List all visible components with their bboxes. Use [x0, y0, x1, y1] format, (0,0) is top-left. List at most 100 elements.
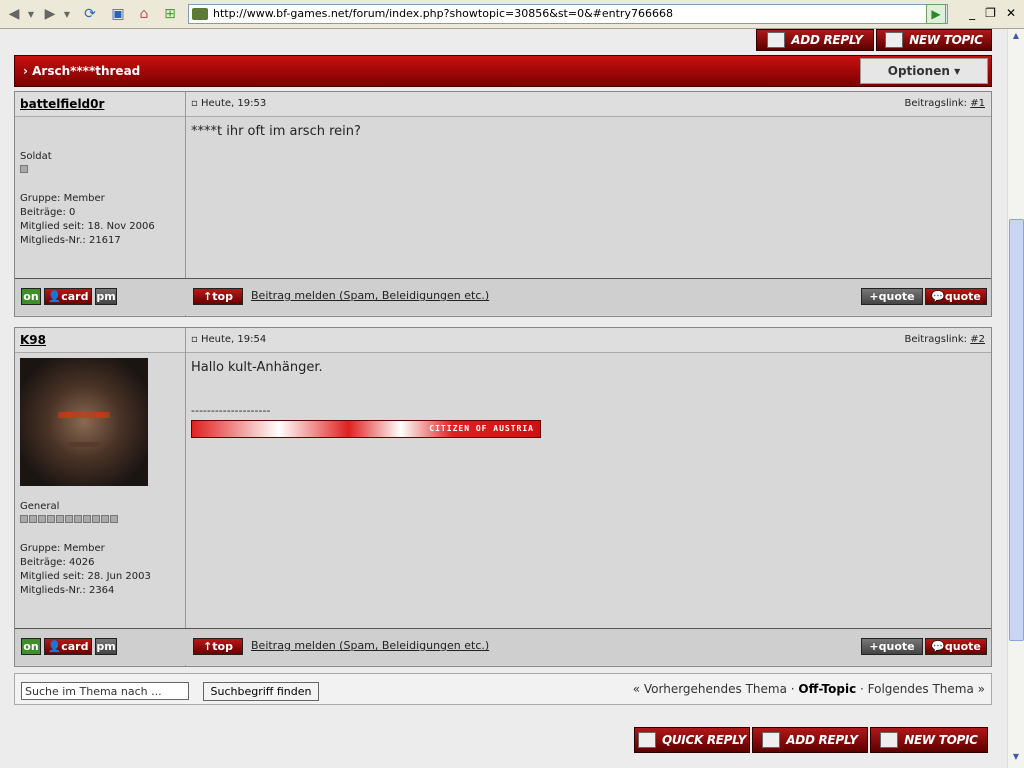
vertical-scrollbar[interactable]: ▲ ▼ — [1007, 29, 1024, 768]
address-url: http://www.bf-games.net/forum/index.php?… — [213, 7, 673, 20]
scroll-thumb[interactable] — [1009, 219, 1024, 641]
post-2-link-num[interactable]: #2 — [970, 334, 985, 345]
thread-search-input[interactable] — [21, 682, 189, 700]
forum-page: ADD REPLY NEW TOPIC › Arsch****thread Op… — [0, 29, 1008, 768]
page-icon — [192, 8, 208, 20]
home-icon[interactable]: ⌂ — [134, 4, 154, 24]
post-2-group: Gruppe: Member — [20, 543, 105, 554]
previous-topic-link[interactable]: « Vorhergehendes Thema — [633, 682, 787, 696]
post-1-link-num[interactable]: #1 — [970, 98, 985, 109]
multiquote-label: quote — [878, 640, 915, 653]
rank-pip — [110, 515, 118, 523]
rank-pip — [20, 165, 28, 173]
options-button[interactable]: Optionen ▼ — [860, 58, 988, 84]
card-label: card — [61, 640, 89, 653]
reload-icon[interactable]: ⟳ — [80, 4, 100, 24]
post-2-since: Mitglied seit: 28. Jun 2003 — [20, 571, 151, 582]
pm-button[interactable]: pm — [95, 638, 117, 655]
new-tab-icon[interactable]: ⊞ — [160, 4, 180, 24]
signature-separator: -------------------- — [191, 404, 271, 417]
thread-title-bar: › Arsch****thread — [14, 55, 992, 87]
rank-pip — [38, 515, 46, 523]
post-2-count: Beiträge: 4026 — [20, 557, 95, 568]
add-reply-button-bottom[interactable]: ADD REPLY — [752, 727, 868, 753]
rank-pip — [83, 515, 91, 523]
post-1-body: ****t ihr oft im arsch rein? — [191, 124, 361, 139]
multiquote-button[interactable]: + quote — [861, 638, 923, 655]
quote-button[interactable]: 💬 quote — [925, 638, 987, 655]
next-topic-link[interactable]: Folgendes Thema » — [868, 682, 985, 696]
add-reply-label: ADD REPLY — [786, 733, 858, 747]
forum-link[interactable]: Off-Topic — [798, 682, 856, 696]
top-button[interactable]: ↑ top — [193, 288, 243, 305]
close-icon[interactable]: ✕ — [1006, 6, 1016, 20]
post-2-rank-pips — [20, 515, 118, 523]
online-badge: on — [21, 288, 41, 305]
post-2-rank: General — [20, 501, 60, 512]
chevron-down-icon: ▼ — [954, 66, 961, 76]
post-1-count: Beiträge: 0 — [20, 207, 76, 218]
post-1-link-label: Beitragslink: — [904, 98, 968, 109]
post-1-date-text: Heute, 19:53 — [200, 98, 267, 109]
post-2-body: Hallo kult-Anhänger. — [191, 360, 323, 375]
post-2: K98 ▫ Heute, 19:54 Beitragslink: #2 Gene… — [14, 327, 992, 667]
restore-icon[interactable]: ❐ — [985, 6, 996, 20]
card-button[interactable]: 👤 card — [44, 638, 92, 655]
new-topic-label: NEW TOPIC — [909, 33, 983, 47]
thread-title: › Arsch****thread — [23, 64, 141, 78]
add-reply-button-top[interactable]: ADD REPLY — [756, 29, 874, 51]
rank-pip — [65, 515, 73, 523]
new-topic-button-top[interactable]: NEW TOPIC — [876, 29, 992, 51]
forward-arrow-icon[interactable]: ▶ — [40, 4, 60, 24]
avatar-eyes — [58, 412, 110, 418]
rank-pip — [74, 515, 82, 523]
card-button[interactable]: 👤 card — [44, 288, 92, 305]
online-badge: on — [21, 638, 41, 655]
post-2-link-label: Beitragslink: — [904, 334, 968, 345]
thread-bottom-bar: Suchbegriff finden « Vorhergehendes Them… — [14, 673, 992, 705]
post-1-author[interactable]: battelfield0r — [20, 97, 104, 111]
post-2-date: ▫ Heute, 19:54 — [191, 334, 267, 345]
top-button[interactable]: ↑ top — [193, 638, 243, 655]
window-controls: _ ❐ ✕ — [969, 6, 1016, 20]
post-1-rank-pips — [20, 165, 28, 173]
signature-banner-label: CITIZEN OF AUSTRIA — [429, 424, 534, 433]
post-1-footer: on 👤 card pm ↑ top Beitrag melden (Spam, … — [15, 278, 991, 315]
post-2-date-text: Heute, 19:54 — [200, 334, 267, 345]
post-2-header: K98 ▫ Heute, 19:54 Beitragslink: #2 — [15, 328, 991, 353]
new-topic-icon — [880, 732, 899, 748]
new-topic-button-bottom[interactable]: NEW TOPIC — [870, 727, 988, 753]
post-1-link: Beitragslink: #1 — [904, 98, 985, 109]
post-2-link: Beitragslink: #2 — [904, 334, 985, 345]
minimize-icon[interactable]: _ — [969, 6, 975, 20]
post-2-footer: on 👤 card pm ↑ top Beitrag melden (Spam, … — [15, 628, 991, 665]
go-button[interactable]: ▶ — [926, 4, 946, 24]
back-dropdown-icon[interactable]: ▼ — [26, 4, 36, 24]
post-2-memberno: Mitglieds-Nr.: 2364 — [20, 585, 115, 596]
pm-button[interactable]: pm — [95, 288, 117, 305]
scroll-up-icon[interactable]: ▲ — [1010, 31, 1022, 45]
scroll-down-icon[interactable]: ▼ — [1010, 752, 1022, 766]
post-1-memberno: Mitglieds-Nr.: 21617 — [20, 235, 121, 246]
back-arrow-icon[interactable]: ◀ — [4, 4, 24, 24]
quick-reply-button[interactable]: QUICK REPLY — [634, 727, 750, 753]
thread-title-text: Arsch****thread — [32, 64, 141, 78]
options-label: Optionen — [887, 64, 950, 78]
bookmark-icon[interactable]: ▣ — [108, 4, 128, 24]
multiquote-label: quote — [878, 290, 915, 303]
multiquote-button[interactable]: + quote — [861, 288, 923, 305]
search-button[interactable]: Suchbegriff finden — [203, 682, 319, 701]
rank-pip — [56, 515, 64, 523]
quote-button[interactable]: 💬 quote — [925, 288, 987, 305]
rank-pip — [20, 515, 28, 523]
report-link[interactable]: Beitrag melden (Spam, Beleidigungen etc.… — [251, 639, 489, 652]
post-2-author[interactable]: K98 — [20, 333, 46, 347]
rank-pip — [29, 515, 37, 523]
post-1-rank: Soldat — [20, 151, 52, 162]
quote-label: quote — [944, 290, 981, 303]
top-label: top — [212, 640, 233, 653]
address-bar[interactable]: http://www.bf-games.net/forum/index.php?… — [188, 4, 948, 24]
forward-dropdown-icon[interactable]: ▼ — [62, 4, 72, 24]
rank-pip — [47, 515, 55, 523]
report-link[interactable]: Beitrag melden (Spam, Beleidigungen etc.… — [251, 289, 489, 302]
